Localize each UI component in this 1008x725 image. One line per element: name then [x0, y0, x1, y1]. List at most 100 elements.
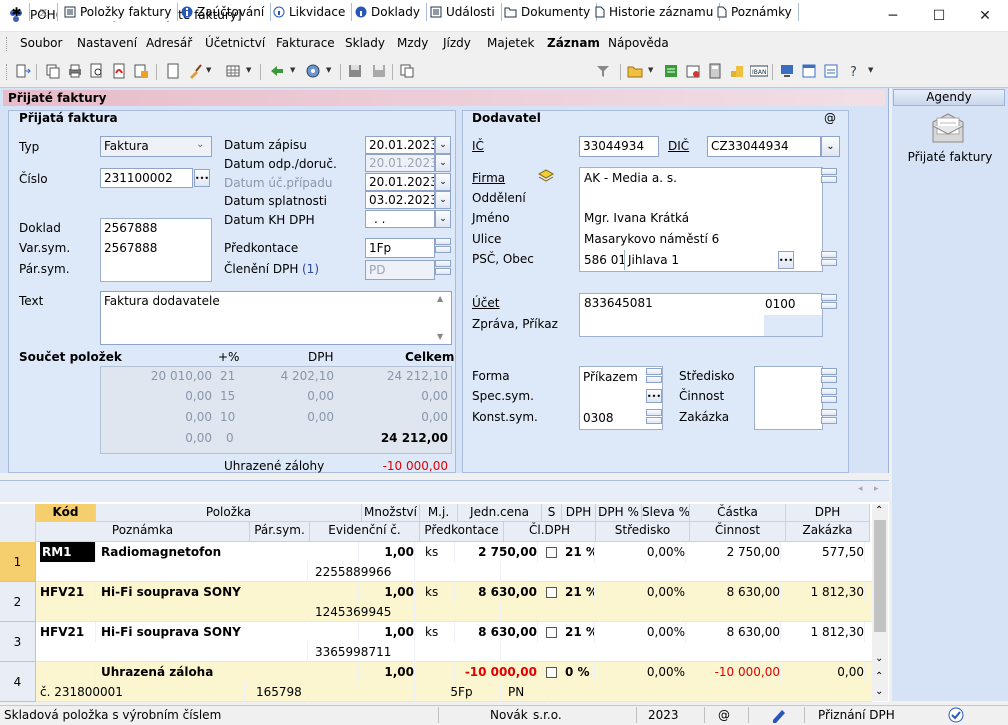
cell-jedn-cena[interactable]: 8 630,00: [458, 622, 538, 642]
cell-evidencni[interactable]: 2255889966: [315, 562, 415, 582]
save-icon[interactable]: [346, 62, 364, 80]
menu-napoveda[interactable]: Nápověda: [608, 36, 669, 50]
col-castka[interactable]: Částka: [690, 504, 786, 522]
menu-majetek[interactable]: Majetek: [487, 36, 534, 50]
cell-polozka[interactable]: Hi-Fi souprava SONY: [101, 582, 359, 602]
chevron-down-icon[interactable]: [821, 259, 837, 266]
cell-mnozstvi[interactable]: 1,00: [362, 622, 415, 642]
col-dph-pct[interactable]: DPH %: [596, 504, 642, 522]
cell-castka[interactable]: 8 630,00: [690, 582, 781, 602]
exit-icon[interactable]: [14, 62, 32, 80]
chevron-down-icon[interactable]: [435, 268, 451, 275]
cell-dph-value[interactable]: 577,50: [786, 542, 865, 562]
check-circle-icon[interactable]: [948, 707, 964, 723]
cleneni-field[interactable]: PD: [365, 260, 435, 280]
chevron-down-icon[interactable]: ▼: [868, 66, 873, 74]
help-icon[interactable]: ?: [846, 62, 864, 80]
specsym-ellipsis-button[interactable]: •••: [646, 389, 662, 403]
chevron-down-icon[interactable]: ▼: [246, 66, 251, 74]
row-number[interactable]: 3: [0, 622, 36, 662]
tab-historie[interactable]: Historie záznamu: [589, 3, 721, 21]
address-book-icon[interactable]: [538, 169, 554, 183]
cell-parsym[interactable]: [256, 602, 308, 622]
col-kod[interactable]: Kód: [36, 504, 96, 522]
cell-mj[interactable]: ks: [425, 542, 455, 562]
chevron-down-icon[interactable]: [646, 376, 662, 383]
datum-splatnosti-field[interactable]: 03.02.2023: [365, 191, 435, 209]
menu-soubor[interactable]: Soubor: [20, 36, 62, 50]
copy-icon[interactable]: [44, 62, 62, 80]
menu-sklady[interactable]: Sklady: [345, 36, 385, 50]
chevron-down-icon[interactable]: ⌄: [196, 139, 204, 150]
row-number[interactable]: 4: [0, 662, 36, 702]
minimize-button[interactable]: ─: [870, 0, 916, 32]
iban-icon[interactable]: IBAN: [750, 62, 768, 80]
tab-polozky-faktury[interactable]: Položky faktury: [58, 3, 179, 21]
cell-predkontace[interactable]: 5Fp: [423, 682, 501, 702]
ucet-ellipsis-button[interactable]: [821, 294, 837, 301]
datum-odp-field[interactable]: 20.01.2023: [365, 154, 435, 172]
col-cl-dph[interactable]: Čl.DPH: [504, 522, 596, 542]
filter-icon[interactable]: ⧖: [30, 3, 58, 21]
chevron-down-icon[interactable]: ⌄: [435, 154, 451, 172]
chevron-down-icon[interactable]: ⌄: [435, 191, 451, 209]
cell-dph-rate[interactable]: 21 %: [565, 542, 595, 562]
checkbox-s[interactable]: [546, 547, 557, 558]
tab-zauctovani[interactable]: Zaúčtování: [175, 3, 272, 21]
cell-cl-dph[interactable]: PN: [508, 682, 548, 702]
broom-icon[interactable]: [186, 62, 204, 80]
cell-kod[interactable]: [40, 662, 96, 682]
pen-icon[interactable]: [770, 707, 788, 723]
tab-new-star[interactable]: ✱: [4, 3, 30, 21]
cell-predkontace[interactable]: [423, 642, 501, 662]
col-dph-value[interactable]: DPH: [786, 504, 870, 522]
filter-icon[interactable]: [594, 62, 612, 80]
ic-label[interactable]: IČ: [472, 139, 484, 153]
col-sleva[interactable]: Sleva %: [642, 504, 690, 522]
grid-icon[interactable]: [224, 62, 242, 80]
calendar-icon[interactable]: [684, 62, 702, 80]
close-button[interactable]: ✕: [962, 0, 1008, 32]
cell-mnozstvi[interactable]: 1,00: [362, 542, 415, 562]
cell-mj[interactable]: ks: [425, 582, 455, 602]
cell-polozka[interactable]: Radiomagnetofon: [101, 542, 359, 562]
tab-udalosti[interactable]: Události: [424, 3, 502, 21]
cell-evidencni[interactable]: 3365998711: [315, 642, 415, 662]
green-document-icon[interactable]: [662, 62, 680, 80]
cleneni-ellipsis-button[interactable]: [435, 260, 451, 267]
cell-jedn-cena[interactable]: 2 750,00: [458, 542, 538, 562]
chevron-down-icon[interactable]: ▼: [648, 66, 653, 74]
konstsym-ellipsis-button[interactable]: [646, 409, 662, 416]
cell-kod[interactable]: RM1: [40, 542, 96, 562]
print-icon[interactable]: [66, 62, 84, 80]
cell-jedn-cena[interactable]: 8 630,00: [458, 582, 538, 602]
cell-castka[interactable]: -10 000,00: [690, 662, 781, 682]
checkbox-s[interactable]: [546, 667, 557, 678]
menu-jizdy[interactable]: Jízdy: [443, 36, 471, 50]
firma-label[interactable]: Firma: [472, 171, 505, 185]
pdf-icon[interactable]: [110, 62, 128, 80]
cell-poznamka[interactable]: č. 231800001: [40, 682, 245, 702]
cell-jedn-cena[interactable]: -10 000,00: [458, 662, 538, 682]
predkontace-ellipsis-button[interactable]: [435, 238, 451, 245]
status-email[interactable]: @: [718, 708, 730, 722]
row-number[interactable]: 1: [0, 542, 36, 582]
text-field[interactable]: Faktura dodavatele: [100, 291, 452, 345]
firma-ellipsis-button[interactable]: [821, 168, 837, 175]
zprava-field[interactable]: [764, 315, 822, 336]
chevron-down-icon[interactable]: ⌄: [435, 210, 451, 228]
cell-dph-value[interactable]: 0,00: [786, 662, 865, 682]
agenda-item-prijate-faktury[interactable]: Přijaté faktury: [897, 150, 1003, 164]
cell-mnozstvi[interactable]: 1,00: [362, 662, 415, 682]
col-cinnost[interactable]: Činnost: [690, 522, 786, 542]
stredisko-ellipsis-button[interactable]: [821, 368, 837, 375]
cislo-field[interactable]: 231100002: [100, 168, 193, 188]
chevron-down-icon[interactable]: ▼: [326, 66, 331, 74]
calculator-icon[interactable]: [706, 62, 724, 80]
scroll-down-icon[interactable]: ⌄: [875, 653, 883, 664]
chevron-down-icon[interactable]: [821, 176, 837, 183]
checkbox-s[interactable]: [546, 587, 557, 598]
cinnost-ellipsis-button[interactable]: [821, 388, 837, 395]
coins-icon[interactable]: [728, 62, 746, 80]
status-year[interactable]: 2023: [648, 708, 679, 722]
